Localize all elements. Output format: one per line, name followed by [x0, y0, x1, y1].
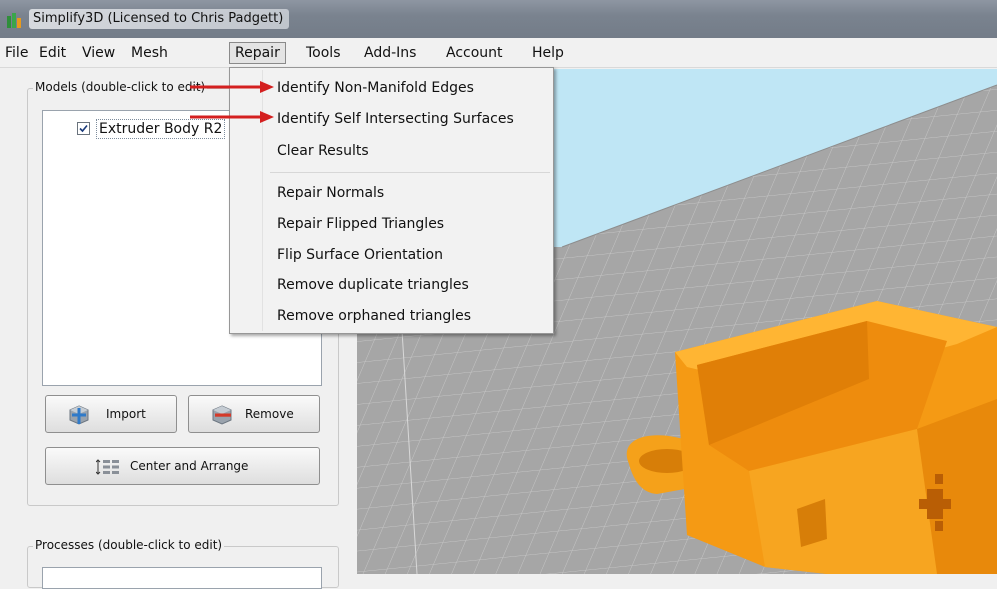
menu-separator	[270, 172, 550, 173]
menu-mesh[interactable]: Mesh	[126, 42, 173, 64]
import-button[interactable]: Import	[45, 395, 177, 433]
menu-item-flip-surface-orientation[interactable]: Flip Surface Orientation	[277, 244, 443, 266]
processes-group-label: Processes (double-click to edit)	[33, 538, 225, 552]
window-title: Simplify3D (Licensed to Chris Padgett)	[29, 9, 290, 29]
title-bar: Simplify3D (Licensed to Chris Padgett)	[0, 0, 997, 38]
menu-tools[interactable]: Tools	[301, 42, 346, 64]
models-group-label: Models (double-click to edit)	[33, 80, 208, 94]
import-button-label: Import	[106, 407, 146, 421]
remove-button-label: Remove	[245, 407, 294, 421]
checkmark-icon	[79, 124, 88, 133]
simplify3d-logo-icon	[7, 13, 21, 28]
menu-item-clear-results[interactable]: Clear Results	[277, 140, 369, 162]
menu-item-remove-orphaned-triangles[interactable]: Remove orphaned triangles	[277, 305, 471, 327]
menu-item-remove-duplicate-triangles[interactable]: Remove duplicate triangles	[277, 274, 469, 296]
menu-item-repair-normals[interactable]: Repair Normals	[277, 182, 384, 204]
center-arrange-label: Center and Arrange	[130, 459, 249, 473]
remove-cube-icon	[212, 405, 232, 425]
menu-help[interactable]: Help	[527, 42, 569, 64]
menu-repair[interactable]: Repair	[229, 42, 286, 64]
menu-view[interactable]: View	[77, 42, 120, 64]
menu-edit[interactable]: Edit	[34, 42, 71, 64]
red-arrow-icon	[190, 111, 274, 123]
arrange-icon	[96, 459, 119, 475]
center-arrange-button[interactable]: Center and Arrange	[45, 447, 320, 485]
menu-bar: File Edit View Mesh Repair Tools Add-Ins…	[0, 38, 997, 68]
menu-add-ins[interactable]: Add-Ins	[359, 42, 421, 64]
import-cube-icon	[69, 405, 89, 425]
remove-button[interactable]: Remove	[188, 395, 320, 433]
menu-item-repair-flipped-triangles[interactable]: Repair Flipped Triangles	[277, 213, 444, 235]
model-checkbox[interactable]	[77, 122, 90, 135]
menu-file[interactable]: File	[0, 42, 33, 64]
processes-list[interactable]	[42, 567, 322, 589]
repair-menu: Identify Non-Manifold Edges Identify Sel…	[229, 67, 554, 334]
menu-account[interactable]: Account	[441, 42, 508, 64]
menu-item-identify-non-manifold-edges[interactable]: Identify Non-Manifold Edges	[277, 77, 474, 99]
red-arrow-icon	[190, 81, 274, 93]
menu-item-identify-self-intersecting-surfaces[interactable]: Identify Self Intersecting Surfaces	[277, 108, 514, 130]
